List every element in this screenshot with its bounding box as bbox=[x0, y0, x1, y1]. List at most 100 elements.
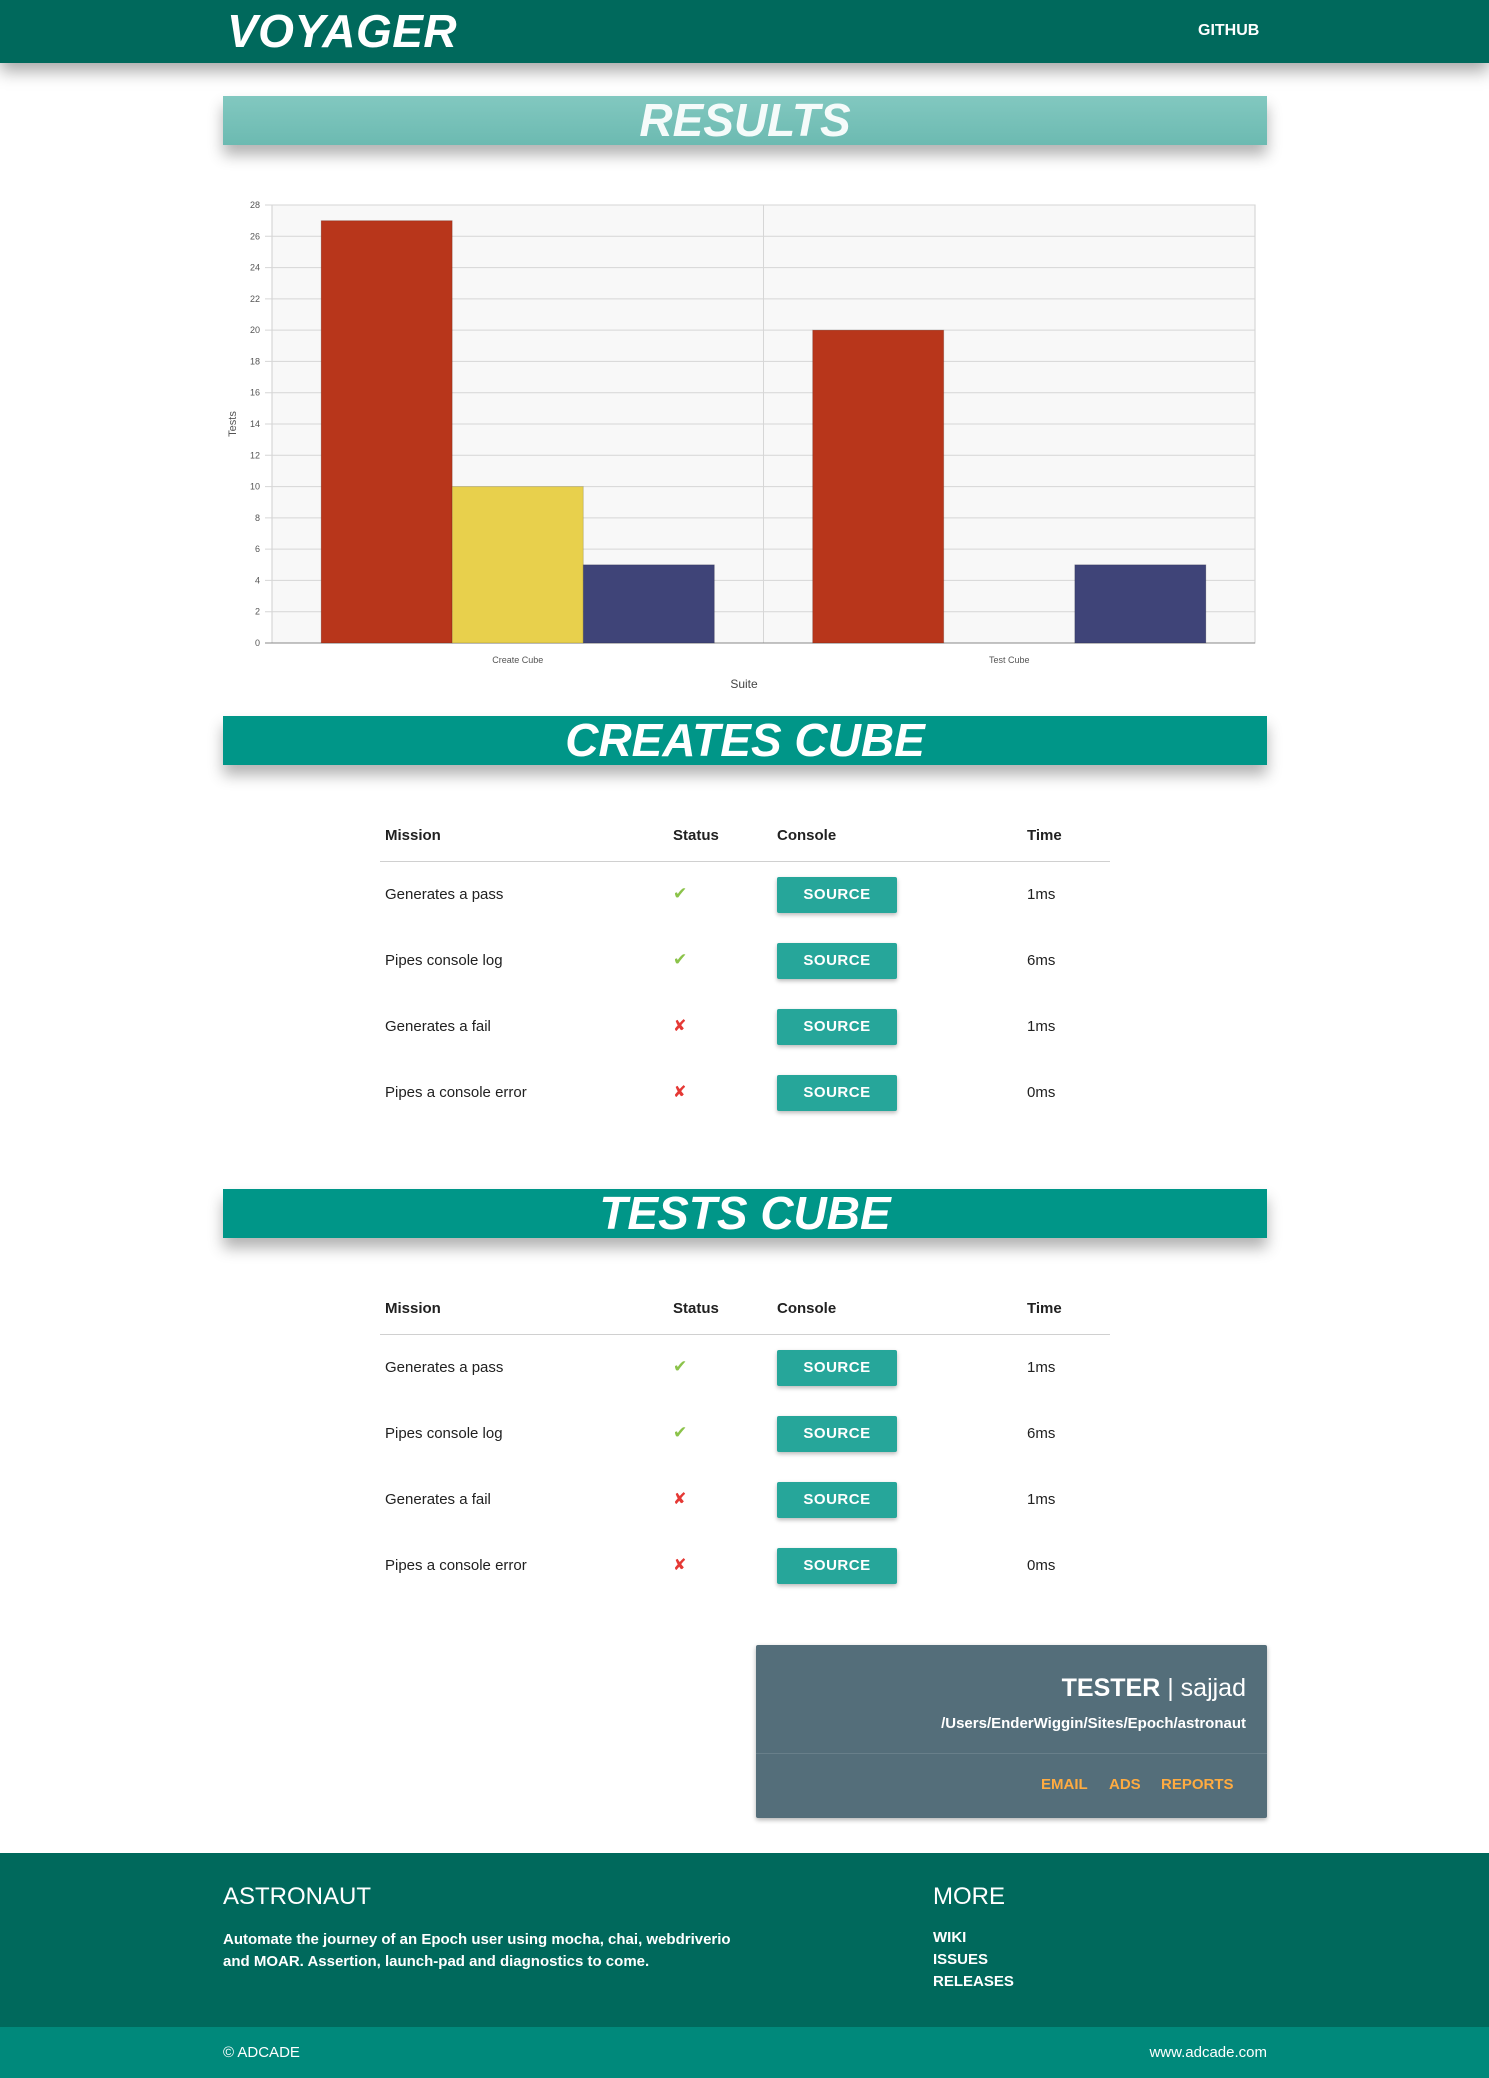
chart-bar bbox=[1074, 564, 1207, 644]
header-mission: Mission bbox=[385, 1300, 441, 1317]
footer: ASTRONAUT Automate the journey of an Epo… bbox=[0, 1853, 1489, 2027]
tester-label: TESTER bbox=[1061, 1674, 1161, 1702]
tester-name: sajjad bbox=[1180, 1674, 1246, 1702]
mission-name: Generates a pass bbox=[385, 1359, 504, 1376]
mission-time: 0ms bbox=[1027, 1557, 1056, 1574]
brand-logo[interactable]: VOYAGER bbox=[227, 2, 457, 60]
tester-path: /Users/EnderWiggin/Sites/Epoch/astronaut bbox=[941, 1715, 1246, 1732]
mission-name: Generates a fail bbox=[385, 1018, 491, 1035]
chart-bar bbox=[812, 329, 945, 644]
mission-name: Pipes a console error bbox=[385, 1084, 527, 1101]
footer-description: Automate the journey of an Epoch user us… bbox=[223, 1931, 731, 1970]
mission-time: 6ms bbox=[1027, 952, 1056, 969]
chart-y-tick-label: 12 bbox=[250, 450, 260, 460]
navbar: VOYAGER GITHUB bbox=[0, 0, 1489, 63]
results-chart: 0246810121416182022242628 Create Cube Tes… bbox=[227, 200, 1256, 691]
tester-card: TESTER | sajjad /Users/EnderWiggin/Sites… bbox=[756, 1645, 1267, 1818]
source-button[interactable]: SOURCE bbox=[777, 1350, 897, 1386]
chart-y-tick-label: 10 bbox=[250, 482, 260, 492]
chart-y-tick-label: 20 bbox=[250, 325, 260, 335]
chart-y-tick-label: 22 bbox=[250, 294, 260, 304]
releases-link[interactable]: RELEASES bbox=[933, 1973, 1014, 1990]
mission-name: Generates a fail bbox=[385, 1491, 491, 1508]
table-header-row: Mission Status Console Time bbox=[380, 810, 1110, 862]
chart-bar bbox=[451, 486, 584, 644]
chart-y-tick-label: 26 bbox=[250, 231, 260, 241]
table-row: Pipes a console error ✘ SOURCE 0ms bbox=[380, 1533, 1110, 1599]
copyright-text: © ADCADE bbox=[223, 2044, 300, 2061]
footer-more-title: MORE bbox=[933, 1883, 1005, 1910]
chart-y-tick-label: 0 bbox=[255, 638, 260, 648]
header-console: Console bbox=[777, 1300, 837, 1317]
chart-y-tick-label: 28 bbox=[250, 200, 260, 210]
fail-cross-icon: ✘ bbox=[673, 1084, 687, 1101]
chart-x-labels: Create Cube Test Cube bbox=[492, 655, 1029, 665]
chart-x-tick-label: Create Cube bbox=[492, 655, 543, 665]
mission-name: Pipes console log bbox=[385, 952, 503, 969]
creates-cube-header: CREATES CUBE bbox=[223, 716, 1267, 765]
header-mission: Mission bbox=[385, 827, 441, 844]
mission-name: Pipes console log bbox=[385, 1425, 503, 1442]
chart-y-tick-label: 18 bbox=[250, 356, 260, 366]
fail-cross-icon: ✘ bbox=[673, 1018, 687, 1035]
footer-title: ASTRONAUT bbox=[223, 1883, 372, 1910]
mission-name: Pipes a console error bbox=[385, 1557, 527, 1574]
table-row: Pipes console log ✔ SOURCE 6ms bbox=[380, 928, 1110, 994]
header-status: Status bbox=[673, 1300, 719, 1317]
card-divider bbox=[756, 1753, 1267, 1754]
source-button[interactable]: SOURCE bbox=[777, 1416, 897, 1452]
mission-time: 1ms bbox=[1027, 1491, 1056, 1508]
table-row: Generates a fail ✘ SOURCE 1ms bbox=[380, 1467, 1110, 1533]
chart-y-tick-label: 16 bbox=[250, 388, 260, 398]
table-row: Pipes console log ✔ SOURCE 6ms bbox=[380, 1401, 1110, 1467]
chart-y-axis-label: Tests bbox=[227, 411, 239, 437]
chart-y-tick-label: 4 bbox=[255, 575, 260, 585]
chart-bar bbox=[320, 220, 453, 644]
pass-check-icon: ✔ bbox=[673, 1357, 688, 1376]
tests-cube-table: Mission Status Console Time Generates a … bbox=[380, 1283, 1110, 1599]
chart-y-tick-label: 14 bbox=[250, 419, 260, 429]
reports-link[interactable]: REPORTS bbox=[1161, 1776, 1234, 1793]
chart-y-tick-label: 24 bbox=[250, 263, 260, 273]
mission-time: 1ms bbox=[1027, 1359, 1056, 1376]
header-console: Console bbox=[777, 827, 837, 844]
website-link[interactable]: www.adcade.com bbox=[1149, 2044, 1267, 2061]
pass-check-icon: ✔ bbox=[673, 950, 688, 969]
chart-y-tick-label: 8 bbox=[255, 513, 260, 523]
email-link[interactable]: EMAIL bbox=[1041, 1776, 1088, 1793]
source-button[interactable]: SOURCE bbox=[777, 943, 897, 979]
chart-bar bbox=[582, 564, 715, 644]
mission-name: Generates a pass bbox=[385, 886, 504, 903]
tester-title: TESTER | sajjad bbox=[1062, 1674, 1246, 1703]
mission-time: 1ms bbox=[1027, 1018, 1056, 1035]
github-link[interactable]: GITHUB bbox=[1198, 22, 1259, 40]
source-button[interactable]: SOURCE bbox=[777, 1548, 897, 1584]
source-button[interactable]: SOURCE bbox=[777, 1075, 897, 1111]
pass-check-icon: ✔ bbox=[673, 884, 688, 903]
fail-cross-icon: ✘ bbox=[673, 1491, 687, 1508]
issues-link[interactable]: ISSUES bbox=[933, 1951, 988, 1968]
results-header: RESULTS bbox=[223, 96, 1267, 145]
mission-time: 6ms bbox=[1027, 1425, 1056, 1442]
pass-check-icon: ✔ bbox=[673, 1423, 688, 1442]
chart-x-tick-label: Test Cube bbox=[989, 655, 1030, 665]
table-row: Pipes a console error ✘ SOURCE 0ms bbox=[380, 1060, 1110, 1126]
tests-cube-header: TESTS CUBE bbox=[223, 1189, 1267, 1238]
source-button[interactable]: SOURCE bbox=[777, 1482, 897, 1518]
table-header-row: Mission Status Console Time bbox=[380, 1283, 1110, 1335]
wiki-link[interactable]: WIKI bbox=[933, 1929, 966, 1946]
fail-cross-icon: ✘ bbox=[673, 1557, 687, 1574]
footer-copyright-bar: © ADCADE www.adcade.com bbox=[0, 2027, 1489, 2078]
mission-time: 1ms bbox=[1027, 886, 1056, 903]
source-button[interactable]: SOURCE bbox=[777, 877, 897, 913]
header-time: Time bbox=[1027, 1300, 1062, 1317]
table-row: Generates a fail ✘ SOURCE 1ms bbox=[380, 994, 1110, 1060]
source-button[interactable]: SOURCE bbox=[777, 1009, 897, 1045]
mission-time: 0ms bbox=[1027, 1084, 1056, 1101]
chart-x-axis-label: Suite bbox=[730, 677, 758, 691]
ads-link[interactable]: ADS bbox=[1109, 1776, 1141, 1793]
header-time: Time bbox=[1027, 827, 1062, 844]
table-row: Generates a pass ✔ SOURCE 1ms bbox=[380, 862, 1110, 928]
header-status: Status bbox=[673, 827, 719, 844]
creates-cube-table: Mission Status Console Time Generates a … bbox=[380, 810, 1110, 1126]
